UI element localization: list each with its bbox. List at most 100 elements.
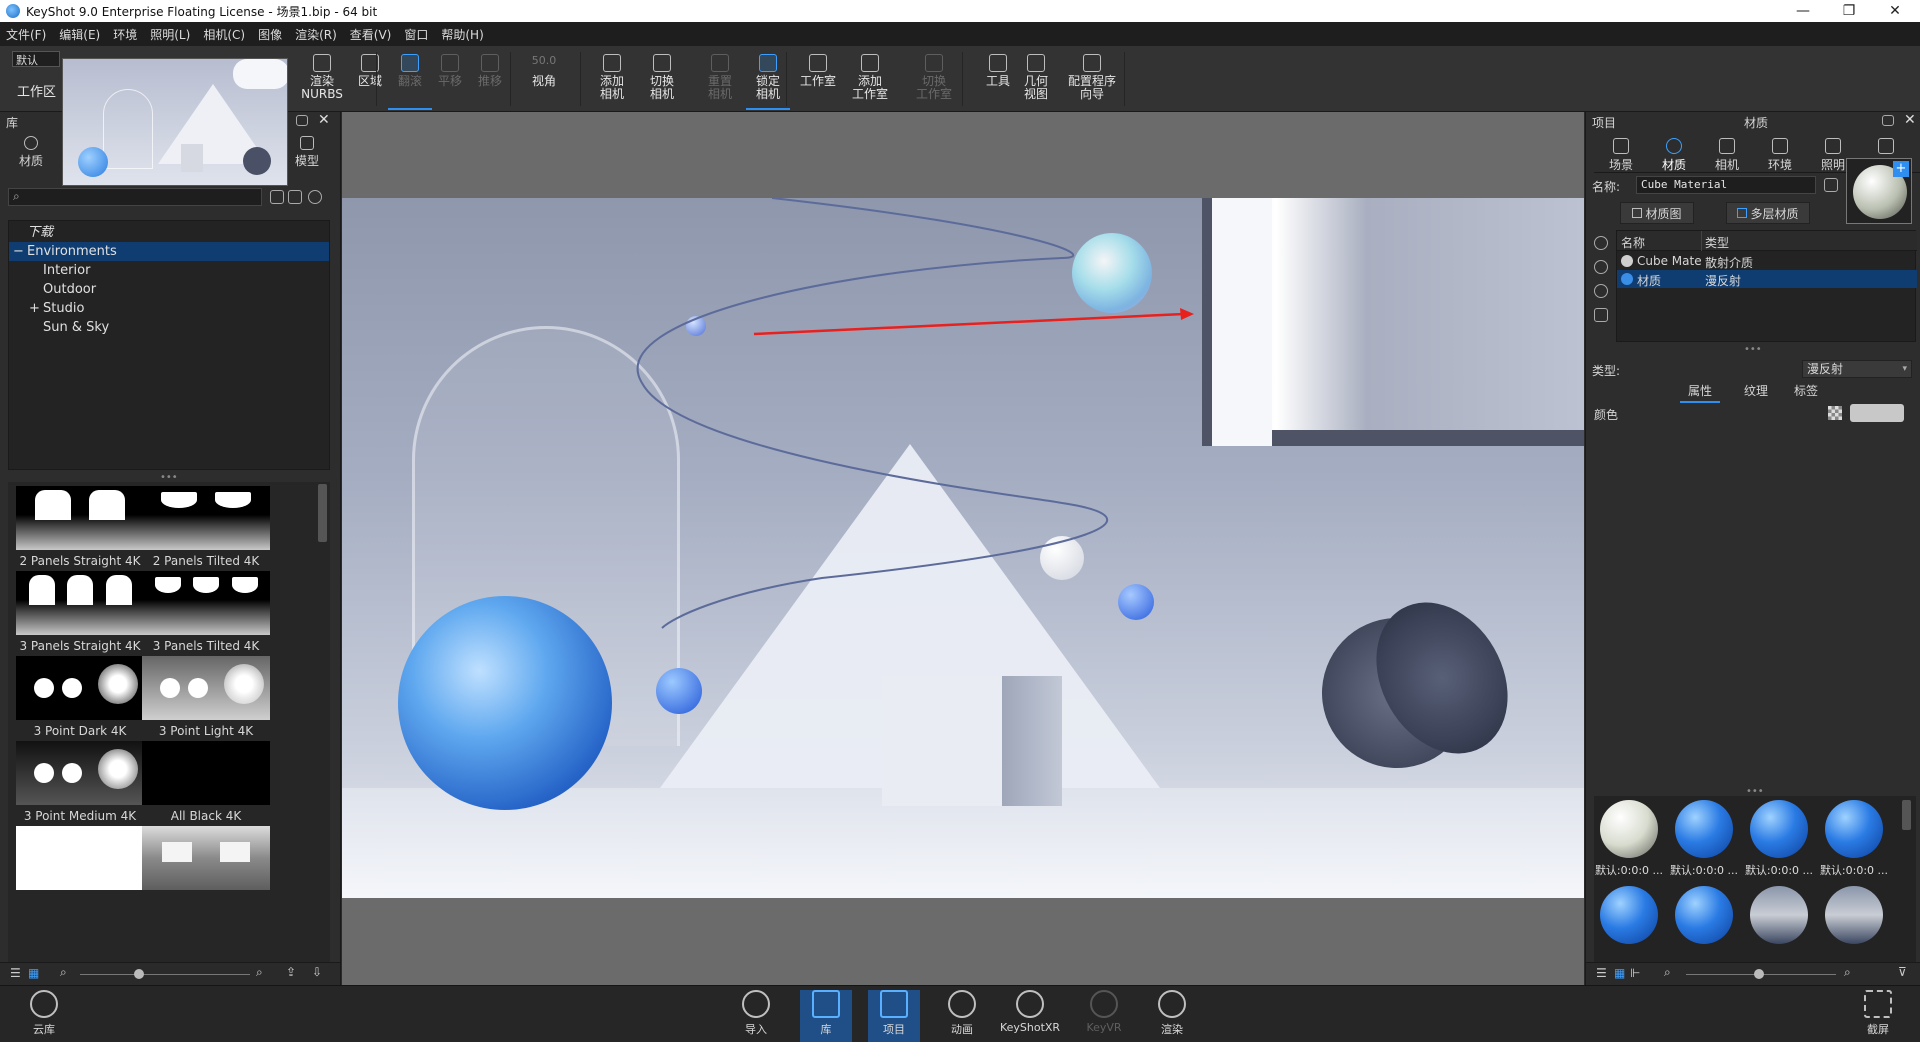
close-window-button[interactable]: ✕	[1872, 0, 1918, 22]
ribbon-dolly-button[interactable]: 推移	[468, 50, 512, 110]
refresh-icon[interactable]	[308, 190, 322, 204]
ribbon-studio-button[interactable]: 工作室	[796, 50, 840, 110]
material-type-select[interactable]: 漫反射 ▾	[1802, 360, 1912, 378]
library-tab-model[interactable]: 模型	[290, 136, 324, 169]
zoom-out-icon[interactable]: ⌕	[60, 965, 67, 980]
folder-icon[interactable]	[270, 190, 284, 204]
material-ball[interactable]	[1675, 800, 1733, 858]
float-panel-icon[interactable]	[1882, 115, 1894, 126]
environment-thumbnail[interactable]	[16, 826, 144, 890]
library-import-icon[interactable]: ⇩	[312, 965, 322, 979]
refresh-material-icon[interactable]	[1594, 236, 1608, 250]
ribbon-geometry-view-button[interactable]: 几何 视图	[1014, 50, 1058, 110]
tab-properties[interactable]: 属性	[1680, 382, 1720, 403]
tree-item[interactable]: Outdoor	[9, 280, 329, 299]
bottom-keyshotxr-button[interactable]: KeyShotXR	[1000, 990, 1060, 1042]
grid-view-icon[interactable]: ▦	[28, 966, 39, 980]
slider-thumb[interactable]	[134, 969, 144, 979]
ribbon-configurator-button[interactable]: 配置程序 向导	[1064, 50, 1120, 110]
material-ball[interactable]	[1675, 886, 1733, 944]
material-ball[interactable]	[1750, 800, 1808, 858]
zoom-in-icon[interactable]: ⌕	[256, 965, 263, 980]
library-search-input[interactable]: ⌕	[8, 188, 262, 206]
ribbon-switch-studio-button[interactable]: 切换 工作室	[912, 50, 956, 110]
menu-item-8[interactable]: 窗口	[404, 26, 428, 43]
project-tab-environment[interactable]: 环境	[1755, 138, 1805, 173]
expand-icon[interactable]: +	[29, 299, 40, 318]
menu-item-0[interactable]: 文件(F)	[6, 26, 46, 43]
grid-scrollbar[interactable]	[318, 484, 327, 542]
close-panel-icon[interactable]: ✕	[1904, 112, 1916, 128]
ribbon-region-button[interactable]: 区域	[348, 50, 392, 110]
environment-thumbnail[interactable]	[142, 486, 270, 550]
zoom-in-icon[interactable]: ⌕	[1844, 965, 1851, 980]
material-ball[interactable]	[1600, 886, 1658, 944]
ribbon-add-studio-button[interactable]: 添加 工作室	[848, 50, 892, 110]
material-preview[interactable]: +	[1846, 158, 1912, 224]
tree-view-icon[interactable]: ⊩	[1630, 966, 1640, 980]
folder-image-icon[interactable]	[288, 190, 302, 204]
collapse-icon[interactable]: −	[13, 242, 24, 261]
multi-layer-material-button[interactable]: 多层材质	[1726, 202, 1810, 224]
balls-scrollbar[interactable]	[1902, 800, 1911, 830]
tree-item[interactable]: Sun & Sky	[9, 318, 329, 337]
grid-view-icon[interactable]: ▦	[1614, 966, 1625, 980]
menu-item-6[interactable]: 渲染(R)	[295, 26, 337, 43]
camera-preview-thumbnail[interactable]	[62, 58, 288, 186]
menu-item-3[interactable]: 照明(L)	[150, 26, 190, 43]
tree-item[interactable]: − Environments	[9, 242, 329, 261]
texture-map-icon[interactable]	[1828, 406, 1842, 420]
add-to-library-icon[interactable]: +	[1893, 161, 1909, 177]
render-view[interactable]	[342, 198, 1584, 898]
close-panel-icon[interactable]: ✕	[318, 112, 330, 128]
ribbon-nurbs-button[interactable]: 渲染 NURBS	[300, 50, 344, 110]
ribbon-fov-button[interactable]: 50.0 视角	[522, 50, 566, 110]
ribbon-lock-camera-button[interactable]: 锁定 相机	[746, 50, 790, 110]
zoom-out-icon[interactable]: ⌕	[1664, 965, 1671, 980]
maximize-button[interactable]: ❐	[1826, 0, 1872, 22]
bottom-keyvr-button[interactable]: KeyVR	[1078, 990, 1130, 1042]
screenshot-button[interactable]: 截屏	[1852, 990, 1904, 1042]
minimize-button[interactable]: —	[1780, 0, 1826, 22]
cloud-upload-icon[interactable]: ⇪	[286, 965, 296, 979]
slider-thumb[interactable]	[1754, 969, 1764, 979]
ribbon-add-camera-button[interactable]: 添加 相机	[590, 50, 634, 110]
material-ball[interactable]	[1750, 886, 1808, 944]
material-graph-button[interactable]: 材质图	[1620, 202, 1694, 224]
material-name-input[interactable]: Cube Material	[1636, 176, 1816, 194]
material-ball[interactable]	[1600, 800, 1658, 858]
menu-item-9[interactable]: 帮助(H)	[441, 26, 483, 43]
environment-thumbnail[interactable]	[16, 741, 144, 805]
table-row[interactable]: Cube Materi: 散射介质	[1617, 252, 1917, 270]
filter-icon[interactable]: ⊽	[1898, 965, 1907, 979]
color-swatch[interactable]	[1850, 404, 1904, 422]
bottom-import-button[interactable]: 导入	[730, 990, 782, 1042]
ribbon-tumble-button[interactable]: 翻滚	[388, 50, 432, 110]
table-row[interactable]: 材质 漫反射	[1617, 270, 1917, 288]
splitter-handle[interactable]: •••	[1744, 344, 1762, 355]
tree-item[interactable]: Interior	[9, 261, 329, 280]
project-tab-camera[interactable]: 相机	[1702, 138, 1752, 173]
list-view-icon[interactable]: ☰	[1596, 966, 1607, 980]
thumbnail-size-slider[interactable]	[80, 974, 250, 975]
menu-item-2[interactable]: 环境	[113, 26, 137, 43]
ribbon-switch-camera-button[interactable]: 切换 相机	[640, 50, 684, 110]
material-ball[interactable]	[1825, 800, 1883, 858]
environment-thumbnail[interactable]	[142, 571, 270, 635]
material-ball[interactable]	[1825, 886, 1883, 944]
bottom-animation-button[interactable]: 动画	[936, 990, 988, 1042]
tree-item[interactable]: + Studio	[9, 299, 329, 318]
environment-thumbnail[interactable]	[142, 741, 270, 805]
tab-textures[interactable]: 纹理	[1736, 382, 1776, 399]
ribbon-reset-camera-button[interactable]: 重置 相机	[698, 50, 742, 110]
menu-item-1[interactable]: 编辑(E)	[59, 26, 100, 43]
menu-item-7[interactable]: 查看(V)	[350, 26, 392, 43]
environment-thumbnail[interactable]	[16, 486, 144, 550]
tab-labels[interactable]: 标签	[1786, 382, 1826, 399]
link-material-icon[interactable]	[1594, 260, 1608, 274]
float-panel-icon[interactable]	[296, 115, 308, 126]
delete-icon[interactable]	[1594, 308, 1608, 322]
environment-thumbnail[interactable]	[16, 656, 144, 720]
library-tab-material[interactable]: 材质	[14, 136, 48, 169]
cloud-library-button[interactable]: 云库	[18, 990, 70, 1042]
